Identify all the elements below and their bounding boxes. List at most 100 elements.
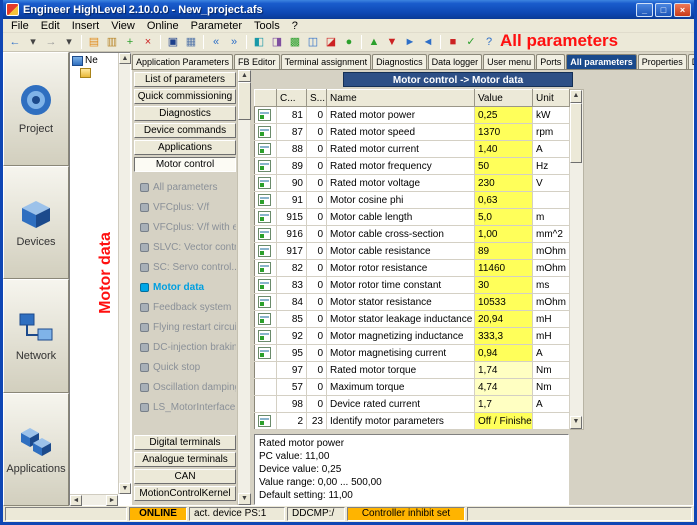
- subitem-vfcplus-vf-eco[interactable]: VFCplus: V/f with e...: [140, 217, 236, 237]
- scroll-right-icon[interactable]: ►: [106, 495, 118, 506]
- column-icon[interactable]: [255, 90, 277, 107]
- scroll-up-icon[interactable]: ▲: [119, 53, 131, 64]
- redo-icon[interactable]: »: [225, 34, 243, 51]
- insert-device-icon[interactable]: +: [121, 34, 139, 51]
- table-row[interactable]: 98 0 Device rated current 1,7 A: [255, 396, 570, 413]
- tab-terminal-assignment[interactable]: Terminal assignment: [281, 54, 372, 69]
- table-row[interactable]: 85 0 Motor stator leakage inductance 20,…: [255, 311, 570, 328]
- value-cell[interactable]: 1,00: [475, 226, 533, 243]
- category-motioncontrolkernel[interactable]: MotionControlKernel: [134, 486, 236, 501]
- tab-all-parameters[interactable]: All parameters: [566, 54, 637, 69]
- category-quick-commissioning[interactable]: Quick commissioning: [134, 89, 236, 104]
- table-row[interactable]: 82 0 Motor rotor resistance 11460 mOhm: [255, 260, 570, 277]
- value-cell[interactable]: 0,25: [475, 107, 533, 124]
- table-row[interactable]: 89 0 Rated motor frequency 50 Hz: [255, 158, 570, 175]
- sidebar-item-applications[interactable]: Applications: [3, 393, 69, 507]
- table-row[interactable]: 83 0 Motor rotor time constant 30 ms: [255, 277, 570, 294]
- scroll-up-icon[interactable]: ▲: [570, 90, 582, 103]
- menu-parameter[interactable]: Parameter: [185, 20, 248, 32]
- subitem-dc-injection-braking[interactable]: DC-injection braking: [140, 337, 236, 357]
- table-row[interactable]: 917 0 Motor cable resistance 89 mOhm: [255, 243, 570, 260]
- category-digital-terminals[interactable]: Digital terminals: [134, 435, 236, 450]
- go-offline-icon[interactable]: ▼: [383, 34, 401, 51]
- value-cell[interactable]: 1370: [475, 124, 533, 141]
- table-row[interactable]: 97 0 Rated motor torque 1,74 Nm: [255, 362, 570, 379]
- value-cell[interactable]: 50: [475, 158, 533, 175]
- forward-icon[interactable]: →: [42, 34, 60, 51]
- subitem-slvc-vector[interactable]: SLVC: Vector contr...: [140, 237, 236, 257]
- maximize-button[interactable]: □: [655, 3, 672, 17]
- table-row[interactable]: 916 0 Motor cable cross-section 1,00 mm^…: [255, 226, 570, 243]
- forward-history-icon[interactable]: ▾: [60, 34, 78, 51]
- value-cell[interactable]: 11460: [475, 260, 533, 277]
- scroll-down-icon[interactable]: ▼: [570, 416, 582, 429]
- value-cell[interactable]: 89: [475, 243, 533, 260]
- watch-icon[interactable]: ●: [340, 34, 358, 51]
- back-history-icon[interactable]: ▾: [24, 34, 42, 51]
- scroll-down-icon[interactable]: ▼: [119, 483, 131, 494]
- upload-parameters-icon[interactable]: ◄: [419, 34, 437, 51]
- category-analogue-terminals[interactable]: Analogue terminals: [134, 452, 236, 467]
- subitem-vfcplus-vf[interactable]: VFCplus: V/f: [140, 197, 236, 217]
- tree-horizontal-scrollbar[interactable]: ◄ ►: [70, 494, 118, 505]
- category-motor-control[interactable]: Motor control: [134, 157, 236, 172]
- menu-help[interactable]: ?: [286, 20, 304, 32]
- home-icon[interactable]: ⌂: [498, 34, 516, 51]
- table-row[interactable]: 95 0 Motor magnetising current 0,94 A: [255, 345, 570, 362]
- menu-file[interactable]: File: [5, 20, 35, 32]
- subitem-oscillation-damping[interactable]: Oscillation damping: [140, 377, 236, 397]
- table-row[interactable]: 915 0 Motor cable length 5,0 m: [255, 209, 570, 226]
- oscilloscope-view-icon[interactable]: ◪: [322, 34, 340, 51]
- value-cell[interactable]: 0,94: [475, 345, 533, 362]
- category-list-of-parameters[interactable]: List of parameters: [134, 72, 236, 87]
- scrollbar-thumb[interactable]: [570, 103, 582, 163]
- menu-online[interactable]: Online: [141, 20, 185, 32]
- undo-icon[interactable]: «: [207, 34, 225, 51]
- value-cell[interactable]: 20,94: [475, 311, 533, 328]
- delete-icon[interactable]: ×: [139, 34, 157, 51]
- column-code[interactable]: C...: [277, 90, 307, 107]
- sidebar-item-project[interactable]: Project: [3, 52, 69, 166]
- value-cell[interactable]: 1,40: [475, 141, 533, 158]
- tab-data-logger[interactable]: Data logger: [428, 54, 483, 69]
- tab-properties[interactable]: Properties: [638, 54, 687, 69]
- tab-user-menu[interactable]: User menu: [483, 54, 535, 69]
- value-cell[interactable]: Off / Finished: [475, 413, 533, 430]
- value-cell[interactable]: 5,0: [475, 209, 533, 226]
- column-name[interactable]: Name: [327, 90, 475, 107]
- controller-enable-icon[interactable]: ✓: [462, 34, 480, 51]
- column-sub[interactable]: S...: [307, 90, 327, 107]
- menu-edit[interactable]: Edit: [35, 20, 66, 32]
- back-icon[interactable]: ←: [6, 34, 24, 51]
- fb-editor-view-icon[interactable]: ◨: [268, 34, 286, 51]
- category-scrollbar[interactable]: ▲ ▼: [237, 70, 250, 505]
- subitem-motor-data[interactable]: Motor data: [140, 277, 236, 297]
- tree-vertical-scrollbar[interactable]: ▲ ▼: [118, 53, 130, 494]
- open-project-icon[interactable]: ▥: [103, 34, 121, 51]
- table-row[interactable]: 81 0 Rated motor power 0,25 kW: [255, 107, 570, 124]
- sidebar-item-network[interactable]: Network: [3, 279, 69, 393]
- close-button[interactable]: ×: [674, 3, 691, 17]
- tab-fb-editor[interactable]: FB Editor: [234, 54, 280, 69]
- scroll-left-icon[interactable]: ◄: [70, 495, 82, 506]
- table-row[interactable]: 84 0 Motor stator resistance 10533 mOhm: [255, 294, 570, 311]
- subitem-all-parameters[interactable]: All parameters: [140, 177, 236, 197]
- table-scrollbar[interactable]: ▲ ▼: [570, 89, 584, 430]
- project-view-icon[interactable]: ◧: [250, 34, 268, 51]
- tab-application-parameters[interactable]: Application Parameters: [132, 54, 233, 69]
- tab-documentation[interactable]: Documentation: [688, 54, 694, 69]
- minimize-button[interactable]: _: [636, 3, 653, 17]
- table-row[interactable]: 92 0 Motor magnetizing inductance 333,3 …: [255, 328, 570, 345]
- table-row[interactable]: 87 0 Rated motor speed 1370 rpm: [255, 124, 570, 141]
- menu-insert[interactable]: Insert: [66, 20, 106, 32]
- tab-diagnostics[interactable]: Diagnostics: [372, 54, 427, 69]
- table-row[interactable]: 88 0 Rated motor current 1,40 A: [255, 141, 570, 158]
- new-project-icon[interactable]: ▤: [85, 34, 103, 51]
- print-icon[interactable]: ▦: [182, 34, 200, 51]
- terminal-view-icon[interactable]: ▩: [286, 34, 304, 51]
- subitem-quick-stop[interactable]: Quick stop: [140, 357, 236, 377]
- tab-ports[interactable]: Ports: [536, 54, 565, 69]
- table-row[interactable]: 2 23 Identify motor parameters Off / Fin…: [255, 413, 570, 430]
- menu-view[interactable]: View: [105, 20, 141, 32]
- menu-tools[interactable]: Tools: [248, 20, 286, 32]
